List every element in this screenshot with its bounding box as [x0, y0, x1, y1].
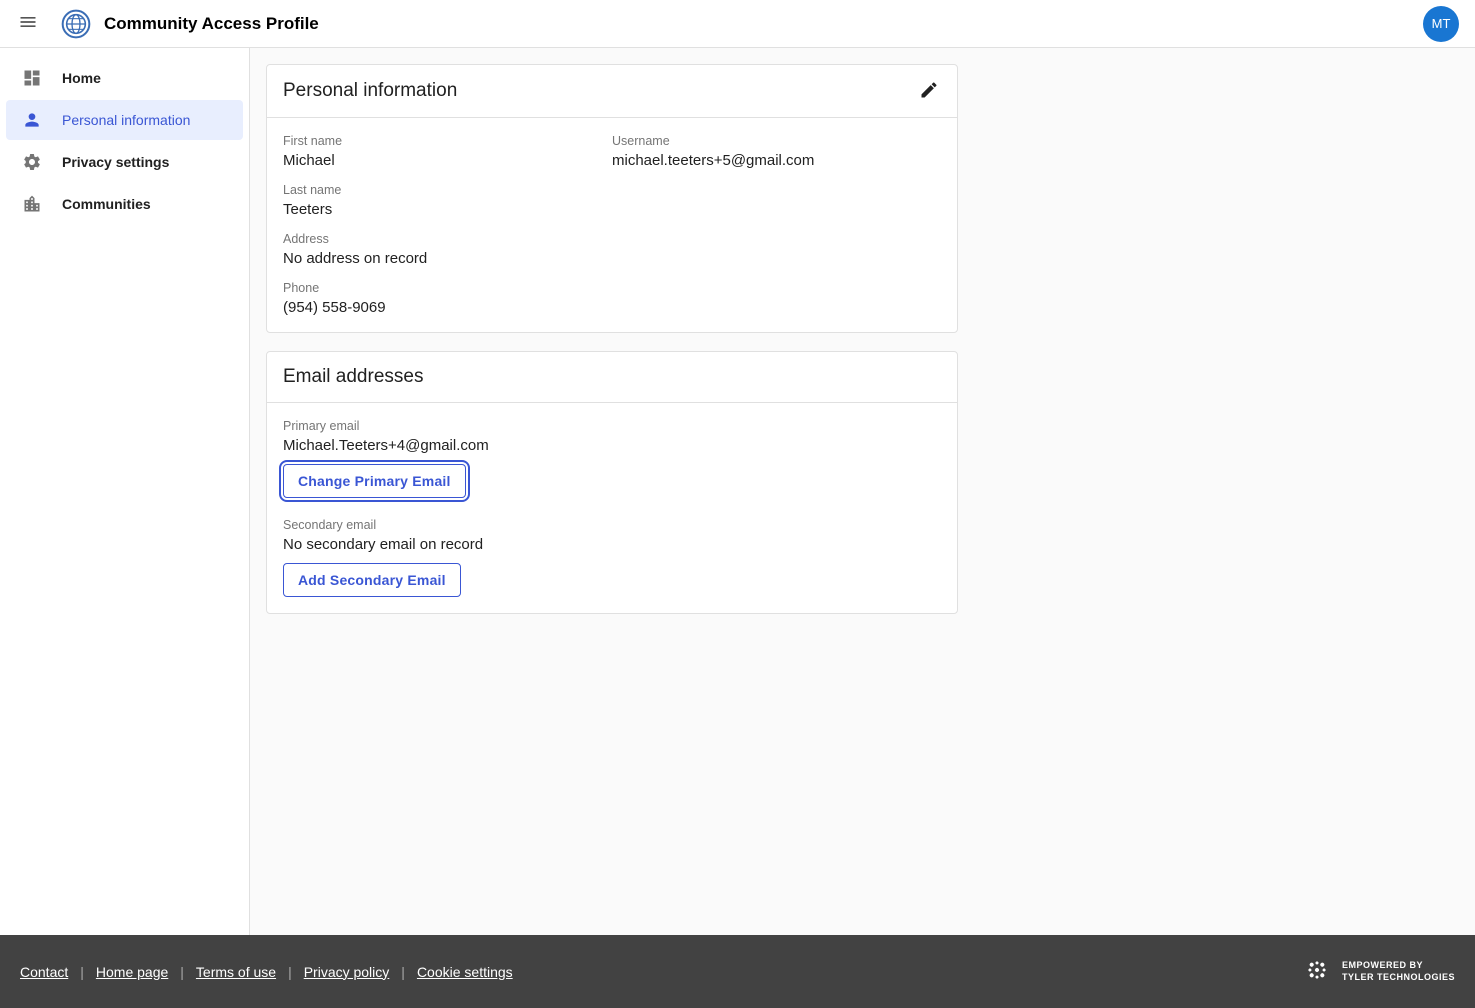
dashboard-icon — [22, 68, 42, 88]
footer-separator: | — [401, 964, 405, 980]
field-value: No secondary email on record — [283, 536, 941, 553]
field-label: Primary email — [283, 419, 941, 433]
footer-link-contact[interactable]: Contact — [20, 964, 68, 980]
brand-line-1: EMPOWERED BY — [1342, 960, 1455, 972]
card-header: Email addresses — [267, 352, 957, 403]
field-label: Phone — [283, 281, 612, 295]
field-label: First name — [283, 134, 612, 148]
sidebar-item-communities[interactable]: Communities — [6, 184, 243, 224]
field-label: Last name — [283, 183, 612, 197]
footer-link-privacy-policy[interactable]: Privacy policy — [304, 964, 390, 980]
sidebar-item-personal-information[interactable]: Personal information — [6, 100, 243, 140]
gear-icon — [22, 152, 42, 172]
app-title: Community Access Profile — [104, 14, 319, 34]
field-value: michael.teeters+5@gmail.com — [612, 152, 941, 169]
footer-separator: | — [180, 964, 184, 980]
field-last-name: Last name Teeters — [283, 183, 612, 218]
footer: Contact | Home page | Terms of use | Pri… — [0, 935, 1475, 1008]
field-value: No address on record — [283, 250, 612, 267]
email-addresses-card: Email addresses Primary email Michael.Te… — [266, 351, 958, 614]
add-secondary-email-button[interactable]: Add Secondary Email — [283, 563, 461, 597]
brand-dots-icon — [1302, 955, 1332, 988]
pencil-icon — [919, 80, 939, 103]
field-primary-email: Primary email Michael.Teeters+4@gmail.co… — [283, 419, 941, 498]
sidebar-item-privacy-settings[interactable]: Privacy settings — [6, 142, 243, 182]
field-value: Michael — [283, 152, 612, 169]
edit-button[interactable] — [917, 79, 941, 103]
field-value: Michael.Teeters+4@gmail.com — [283, 437, 941, 454]
footer-separator: | — [80, 964, 84, 980]
sidebar-item-label: Home — [62, 70, 101, 86]
app-header: Community Access Profile MT — [0, 0, 1475, 48]
sidebar-item-label: Personal information — [62, 112, 190, 128]
field-address: Address No address on record — [283, 232, 612, 267]
field-value: Teeters — [283, 201, 612, 218]
main-content: Personal information First name Michael — [250, 48, 1475, 935]
field-label: Address — [283, 232, 612, 246]
change-primary-email-button[interactable]: Change Primary Email — [283, 464, 466, 498]
sidebar-item-label: Communities — [62, 196, 151, 212]
menu-icon — [18, 12, 38, 35]
card-title: Personal information — [283, 80, 457, 102]
card-body: Primary email Michael.Teeters+4@gmail.co… — [267, 403, 957, 613]
footer-link-home-page[interactable]: Home page — [96, 964, 168, 980]
building-icon — [22, 194, 42, 214]
sidebar-item-label: Privacy settings — [62, 154, 169, 170]
footer-links: Contact | Home page | Terms of use | Pri… — [20, 964, 513, 980]
footer-link-terms-of-use[interactable]: Terms of use — [196, 964, 276, 980]
field-username: Username michael.teeters+5@gmail.com — [612, 134, 941, 169]
field-label: Username — [612, 134, 941, 148]
field-value: (954) 558-9069 — [283, 299, 612, 316]
sidebar-item-home[interactable]: Home — [6, 58, 243, 98]
body: Home Personal information Privacy settin… — [0, 48, 1475, 935]
avatar[interactable]: MT — [1423, 6, 1459, 42]
card-title: Email addresses — [283, 366, 423, 388]
footer-link-cookie-settings[interactable]: Cookie settings — [417, 964, 513, 980]
brand-line-2: TYLER TECHNOLOGIES — [1342, 972, 1455, 984]
field-secondary-email: Secondary email No secondary email on re… — [283, 518, 941, 597]
app-logo — [60, 8, 92, 40]
menu-button[interactable] — [8, 4, 48, 44]
field-phone: Phone (954) 558-9069 — [283, 281, 612, 316]
person-icon — [22, 110, 42, 130]
footer-separator: | — [288, 964, 292, 980]
card-body: First name Michael Last name Teeters Add… — [267, 118, 957, 332]
card-header: Personal information — [267, 65, 957, 118]
sidebar: Home Personal information Privacy settin… — [0, 48, 250, 935]
footer-brand-text: EMPOWERED BY TYLER TECHNOLOGIES — [1342, 960, 1455, 983]
footer-brand: EMPOWERED BY TYLER TECHNOLOGIES — [1302, 955, 1455, 988]
field-first-name: First name Michael — [283, 134, 612, 169]
personal-information-card: Personal information First name Michael — [266, 64, 958, 333]
field-label: Secondary email — [283, 518, 941, 532]
